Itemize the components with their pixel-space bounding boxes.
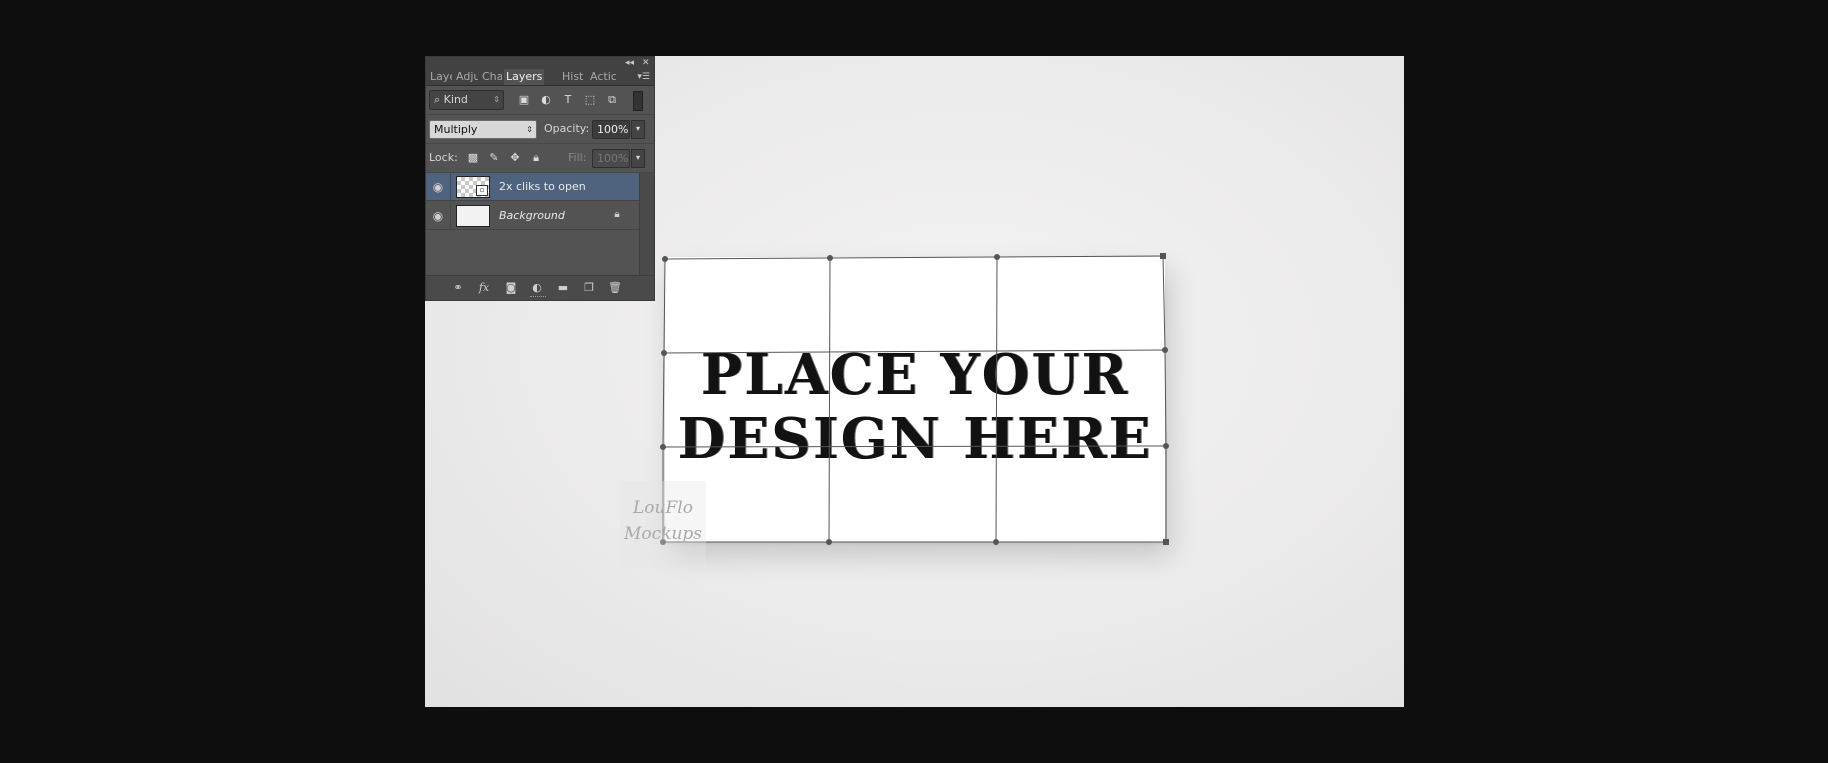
layers-panel[interactable]: ◂◂ ✕ Laye Adju Cha Layers Hist Actic ▾☰ … [425, 56, 655, 301]
filter-kind-select[interactable]: ⌕ Kind ⇕ [429, 90, 504, 110]
new-adjustment-layer-icon[interactable]: ◐ [529, 281, 545, 295]
divider [450, 202, 451, 230]
panel-tabbar: Laye Adju Cha Layers Hist Actic ▾☰ [426, 69, 654, 86]
smart-object-badge-icon: ▫ [476, 185, 488, 196]
filter-pixel-icon[interactable]: ▣ [517, 93, 531, 107]
transform-handle-t1 [827, 255, 833, 261]
filter-kind-label: Kind [443, 93, 468, 106]
layer-list: ◉ ▫ 2x cliks to open ◉ Background 🔒︎ [426, 173, 654, 277]
collapse-panel-icon[interactable]: ◂◂ [625, 57, 634, 69]
layer-thumbnail [456, 205, 490, 227]
transform-handle-l1 [661, 350, 667, 356]
close-panel-icon[interactable]: ✕ [642, 57, 650, 69]
opacity-input[interactable]: 100% [592, 120, 630, 139]
transform-handle-br [1163, 539, 1169, 545]
spinner-icon: ⇕ [526, 125, 533, 134]
tab-history[interactable]: Hist [560, 69, 584, 85]
transform-handle-l2 [660, 444, 666, 450]
lock-label: Lock: [429, 151, 458, 164]
filter-row: ⌕ Kind ⇕ ▣ ◐ T ⬚ ⧉ [426, 86, 654, 115]
watermark-line-1: LouFlo [633, 498, 693, 518]
filter-type-icon[interactable]: T [561, 93, 575, 107]
tab-channels[interactable]: Cha [480, 69, 502, 85]
watermark-line-2: Mockups [623, 524, 703, 544]
filter-adjustment-icon[interactable]: ◐ [539, 93, 553, 107]
lock-row: Lock: ▩ ✎ ✥ 🔒︎ Fill: 100% ▾ [426, 144, 654, 173]
transform-edge-top [664, 255, 1164, 260]
opacity-dropdown-icon[interactable]: ▾ [631, 120, 645, 139]
fill-label: Fill: [568, 151, 587, 164]
transform-handle-t2 [994, 254, 1000, 260]
transform-handle-r2 [1163, 443, 1169, 449]
lock-all-icon[interactable]: 🔒︎ [529, 151, 543, 165]
free-transform-grid[interactable] [0, 0, 1828, 763]
new-layer-icon[interactable]: ❐ [581, 281, 597, 295]
transform-handle-tr [1160, 253, 1166, 259]
visibility-eye-icon[interactable]: ◉ [431, 209, 445, 223]
transform-edge-right [1162, 255, 1167, 542]
lock-image-pixels-icon[interactable]: ✎ [487, 151, 501, 165]
add-mask-icon[interactable]: ◙ [503, 281, 519, 295]
tab-actions[interactable]: Actic [588, 69, 616, 85]
transform-grid-v2 [995, 256, 998, 543]
tab-layer-comps[interactable]: Laye [428, 69, 452, 85]
transform-handle-r1 [1162, 347, 1168, 353]
link-layers-icon[interactable]: ⚭ [450, 281, 466, 295]
lock-position-icon[interactable]: ✥ [508, 151, 522, 165]
transform-handle-b2 [993, 539, 999, 545]
fill-dropdown-icon[interactable]: ▾ [631, 149, 645, 168]
tab-layers[interactable]: Layers [504, 69, 544, 85]
transform-handle-tl [662, 256, 668, 262]
new-group-folder-icon[interactable]: ▬ [555, 281, 571, 295]
layer-name[interactable]: Background [499, 202, 565, 230]
tab-adjustments[interactable]: Adju [454, 69, 478, 85]
watermark: LouFlo Mockups [620, 481, 706, 568]
divider [450, 173, 451, 201]
transform-handle-b1 [826, 539, 832, 545]
transform-grid-h2 [662, 445, 1167, 448]
transform-grid-v1 [828, 257, 831, 543]
layer-lock-icon: 🔒︎ [614, 209, 620, 220]
opacity-label: Opacity: [544, 122, 590, 135]
layer-thumbnail: ▫ [456, 176, 490, 198]
layer-list-scrollbar[interactable] [639, 173, 654, 277]
visibility-eye-icon[interactable]: ◉ [431, 180, 445, 194]
filter-shape-icon[interactable]: ⬚ [583, 93, 597, 107]
layer-row-smart-object[interactable]: ◉ ▫ 2x cliks to open [426, 173, 641, 201]
fx-icon[interactable]: fx [476, 281, 492, 295]
layer-name[interactable]: 2x cliks to open [499, 173, 586, 201]
panel-titlebar[interactable]: ◂◂ ✕ [426, 57, 654, 69]
resize-grip-icon[interactable] [530, 296, 546, 299]
search-icon: ⌕ [434, 93, 444, 106]
filter-smart-object-icon[interactable]: ⧉ [605, 93, 619, 107]
delete-layer-trash-icon[interactable]: 🗑︎ [607, 281, 623, 295]
panel-bottom-bar: ⚭ fx ◙ ◐ ▬ ❐ 🗑︎ [426, 275, 654, 300]
lock-transparent-pixels-icon[interactable]: ▩ [466, 151, 480, 165]
blend-row: Multiply ⇕ Opacity: 100% ▾ [426, 115, 654, 144]
blend-mode-select[interactable]: Multiply ⇕ [429, 120, 537, 139]
filter-toggle-switch[interactable] [633, 91, 643, 111]
transform-grid-h1 [663, 349, 1166, 354]
blend-mode-value: Multiply [434, 123, 478, 136]
fill-input[interactable]: 100% [592, 149, 630, 168]
panel-menu-icon[interactable]: ▾☰ [637, 69, 650, 85]
spinner-icon: ⇕ [493, 95, 500, 104]
layer-row-background[interactable]: ◉ Background 🔒︎ [426, 202, 641, 230]
